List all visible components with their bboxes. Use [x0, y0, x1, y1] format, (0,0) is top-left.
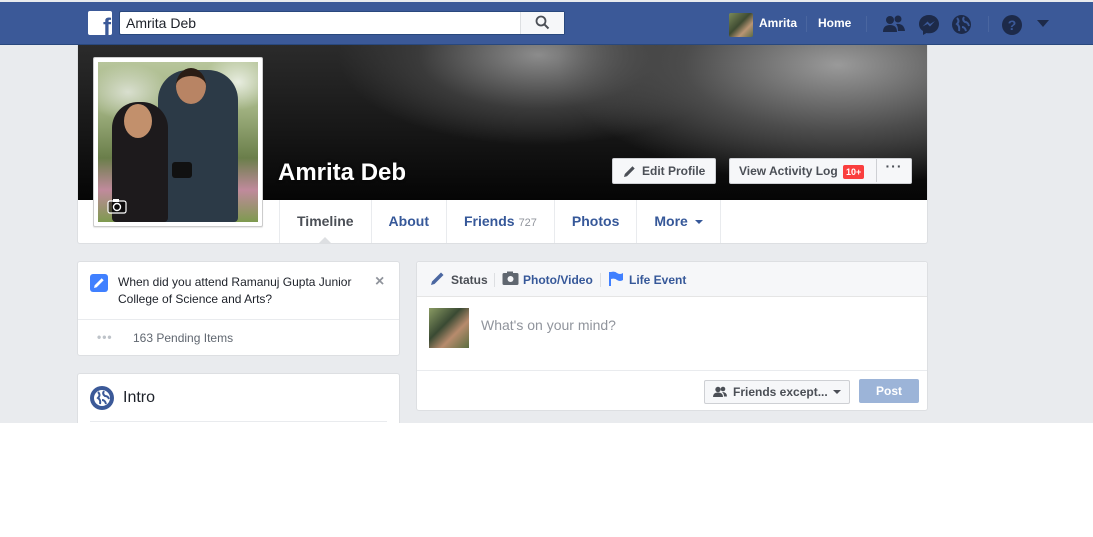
profile-photo — [98, 62, 258, 222]
pencil-icon — [624, 166, 635, 177]
question-text[interactable]: When did you attend Ramanuj Gupta Junior… — [118, 274, 363, 308]
camera-icon[interactable] — [107, 198, 127, 214]
search-icon — [535, 15, 550, 30]
help-icon[interactable]: ? — [1001, 14, 1023, 36]
nav-divider — [866, 16, 867, 32]
account-menu-caret-icon[interactable] — [1037, 20, 1049, 28]
status-input[interactable] — [481, 317, 901, 333]
nav-divider — [806, 16, 807, 32]
intro-card: Intro — [77, 373, 400, 423]
chevron-down-icon — [833, 390, 841, 394]
divider — [78, 319, 399, 320]
tab-about[interactable]: About — [370, 200, 446, 243]
chevron-down-icon — [694, 220, 703, 224]
page: f Amrita Home ? Amrita Deb Edit Profile — [0, 0, 1093, 537]
nav-avatar[interactable] — [729, 13, 753, 37]
divider — [600, 273, 601, 287]
pencil-icon — [431, 272, 444, 285]
more-options-button[interactable]: ··· — [876, 158, 911, 182]
composer-avatar — [429, 308, 469, 348]
svg-text:?: ? — [1008, 17, 1017, 33]
friend-requests-icon[interactable] — [882, 14, 906, 34]
friends-icon — [713, 386, 727, 397]
more-dots-icon: ••• — [97, 330, 113, 344]
globe-icon — [90, 386, 114, 410]
notifications-globe-icon[interactable] — [951, 14, 972, 35]
divider — [90, 421, 387, 422]
composer-tab-photo-video[interactable]: Photo/Video — [502, 271, 593, 287]
composer-tab-life-event[interactable]: Life Event — [609, 271, 686, 287]
profile-tabs: Timeline About Friends 727 Photos More — [279, 200, 721, 243]
close-icon[interactable]: × — [375, 273, 384, 291]
facebook-logo-icon[interactable]: f — [88, 11, 112, 35]
composer-tabs: Status Photo/Video Life Event — [417, 262, 927, 297]
camera-icon — [502, 271, 519, 285]
audience-selector-button[interactable]: Friends except... — [704, 380, 850, 404]
profile-name[interactable]: Amrita Deb — [278, 159, 406, 187]
edit-profile-button[interactable]: Edit Profile — [612, 158, 716, 184]
post-composer: Status Photo/Video Life Event Friends ex… — [416, 261, 928, 411]
activity-log-label: View Activity Log — [739, 164, 838, 178]
nav-home-link[interactable]: Home — [818, 16, 851, 30]
profile-header: Amrita Deb Edit Profile View Activity Lo… — [77, 45, 928, 244]
nav-divider — [988, 16, 989, 32]
search-input[interactable] — [120, 12, 520, 34]
intro-title: Intro — [123, 389, 156, 406]
tab-more[interactable]: More — [636, 200, 721, 243]
messenger-icon[interactable] — [918, 14, 940, 36]
search-button[interactable] — [520, 12, 564, 34]
pencil-icon — [90, 274, 108, 292]
edit-profile-label: Edit Profile — [642, 164, 706, 178]
friends-count: 727 — [518, 217, 537, 229]
flag-icon — [609, 271, 623, 286]
tab-photos[interactable]: Photos — [553, 200, 636, 243]
search-box — [119, 11, 565, 35]
profile-question-card: When did you attend Ramanuj Gupta Junior… — [77, 261, 400, 356]
nav-user-name[interactable]: Amrita — [759, 16, 797, 30]
audience-label: Friends except... — [733, 385, 828, 399]
profile-picture[interactable] — [93, 57, 263, 227]
pending-items-link[interactable]: 163 Pending Items — [133, 331, 233, 345]
top-navigation-bar: f Amrita Home ? — [0, 0, 1093, 45]
divider — [417, 370, 927, 371]
tab-friends[interactable]: Friends 727 — [445, 200, 554, 243]
activity-count-badge: 10+ — [843, 165, 865, 179]
tab-timeline[interactable]: Timeline — [279, 200, 371, 243]
divider — [494, 273, 495, 287]
composer-tab-status[interactable]: Status — [431, 272, 488, 287]
activity-log-button[interactable]: View Activity Log 10+ ··· — [729, 158, 912, 184]
post-button[interactable]: Post — [859, 379, 919, 403]
